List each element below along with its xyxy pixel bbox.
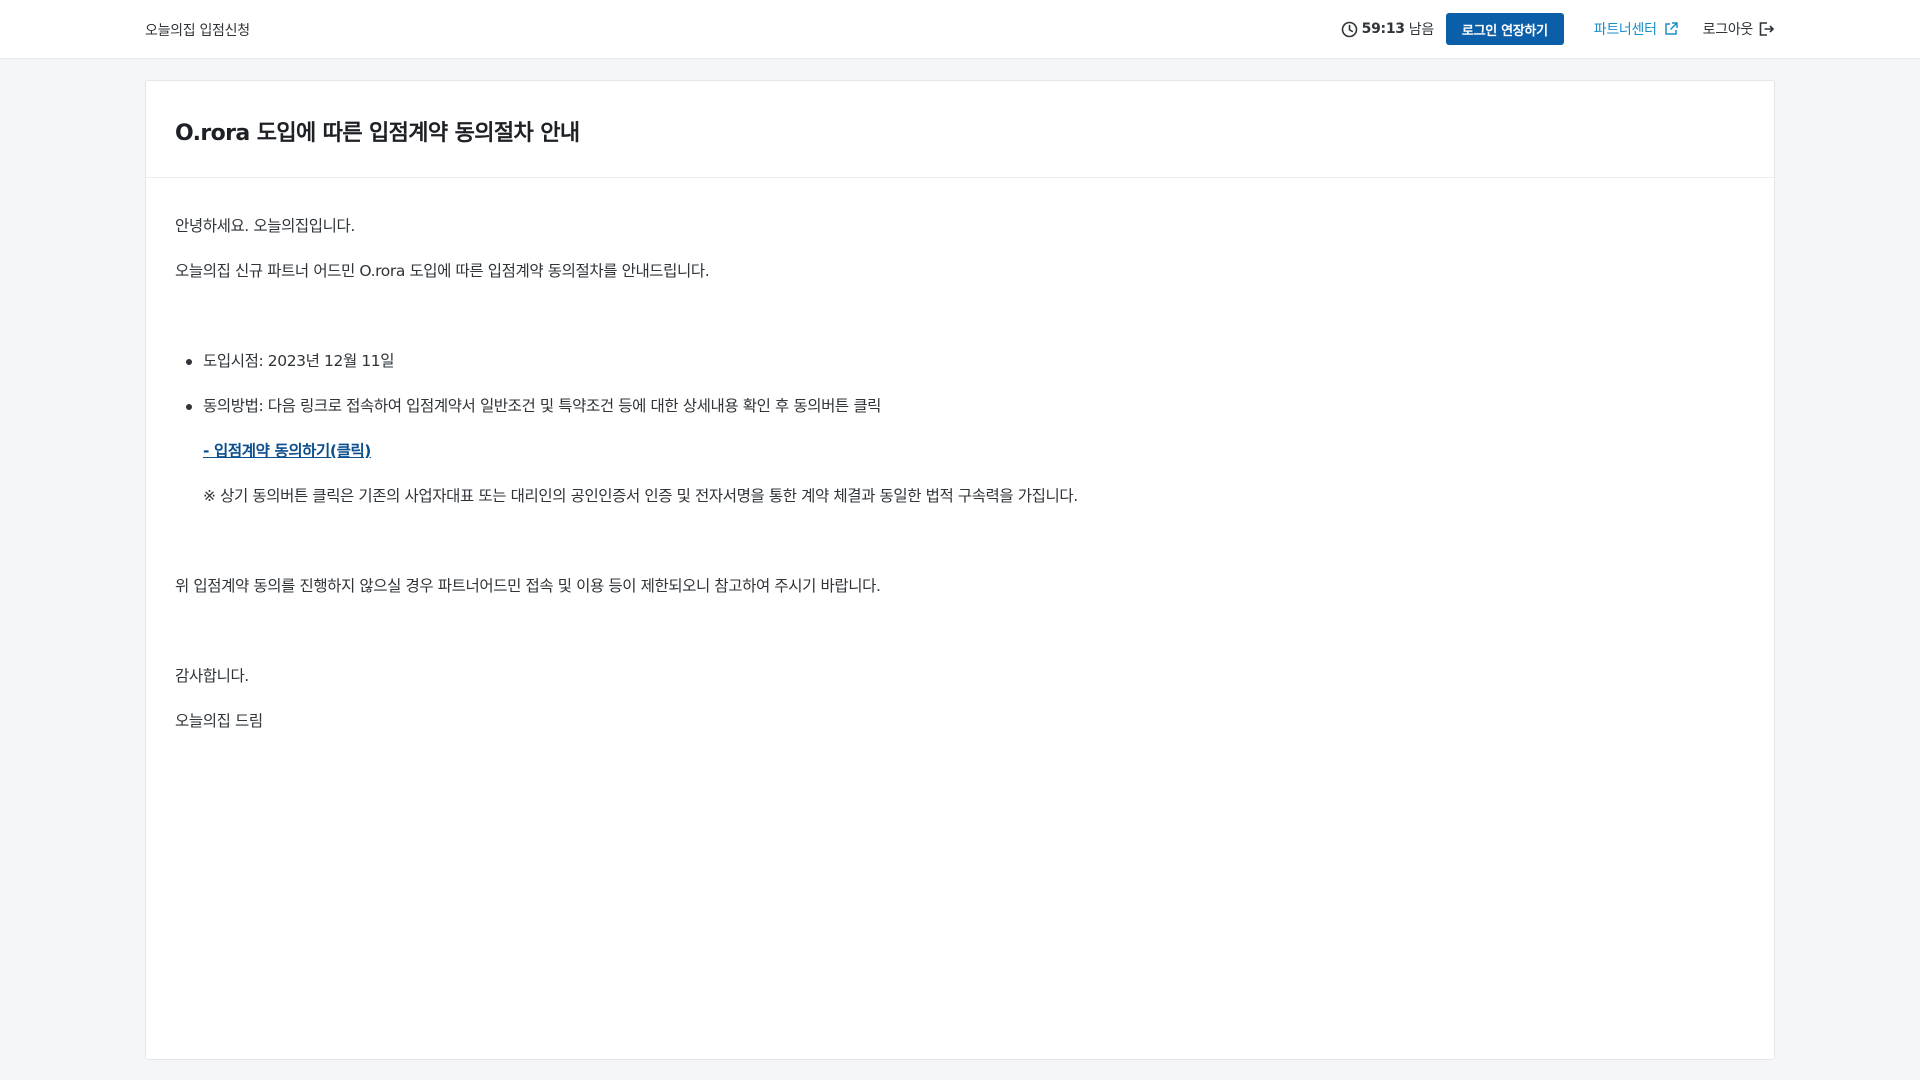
- bullet-item: 도입시점: 2023년 12월 11일: [175, 351, 1745, 396]
- external-link-icon: [1663, 21, 1679, 37]
- logout-button[interactable]: 로그아웃: [1703, 19, 1775, 39]
- logout-label: 로그아웃: [1702, 22, 1754, 38]
- notice-bullets: 도입시점: 2023년 12월 11일 동의방법: 다음 링크로 접속하여 입점…: [175, 351, 1745, 441]
- notice-card: O.rora 도입에 따른 입점계약 동의절차 안내 안녕하세요. 오늘의집입니…: [145, 80, 1775, 1060]
- notice-title: O.rora 도입에 따른 입점계약 동의절차 안내: [175, 121, 580, 146]
- notice-header: O.rora 도입에 따른 입점계약 동의절차 안내: [146, 81, 1774, 178]
- signature-text: 오늘의집 드림: [175, 712, 263, 730]
- legal-note: ※ 상기 동의버튼 클릭은 기존의 사업자대표 또는 대리인의 공인인증서 인증…: [203, 487, 1078, 505]
- agree-link-row: - 입점계약 동의하기(클릭): [175, 441, 1745, 486]
- clock-icon: [1341, 21, 1358, 38]
- extend-login-button[interactable]: 로그인 연장하기: [1445, 13, 1564, 45]
- bullet-item: 동의방법: 다음 링크로 접속하여 입점계약서 일반조건 및 특약조건 등에 대…: [175, 396, 1745, 441]
- intro-text: 오늘의집 신규 파트너 어드민 O.rora 도입에 따른 입점계약 동의절차를…: [175, 262, 710, 280]
- agree-contract-link[interactable]: - 입점계약 동의하기(클릭): [203, 442, 371, 460]
- greeting-text: 안녕하세요. 오늘의집입니다.: [175, 217, 355, 235]
- thanks-text: 감사합니다.: [175, 667, 249, 685]
- partner-center-label: 파트너센터: [1593, 22, 1657, 38]
- warning-text: 위 입점계약 동의를 진행하지 않으실 경우 파트너어드민 접속 및 이용 등이…: [175, 577, 881, 595]
- notice-body: 안녕하세요. 오늘의집입니다. 오늘의집 신규 파트너 어드민 O.rora 도…: [146, 178, 1774, 756]
- brand-title[interactable]: 오늘의집 입점신청: [145, 20, 250, 40]
- session-timer: 59:13 남음: [1341, 19, 1434, 39]
- timer-suffix: 남음: [1408, 22, 1434, 38]
- partner-center-link[interactable]: 파트너센터: [1594, 19, 1679, 39]
- timer-value: 59:13: [1361, 21, 1405, 37]
- top-right-actions: 59:13 남음 로그인 연장하기 파트너센터 로그아웃: [1341, 13, 1775, 45]
- top-bar: 오늘의집 입점신청 59:13 남음 로그인 연장하기 파트너센터 로그아웃: [0, 0, 1920, 59]
- logout-icon: [1757, 20, 1775, 38]
